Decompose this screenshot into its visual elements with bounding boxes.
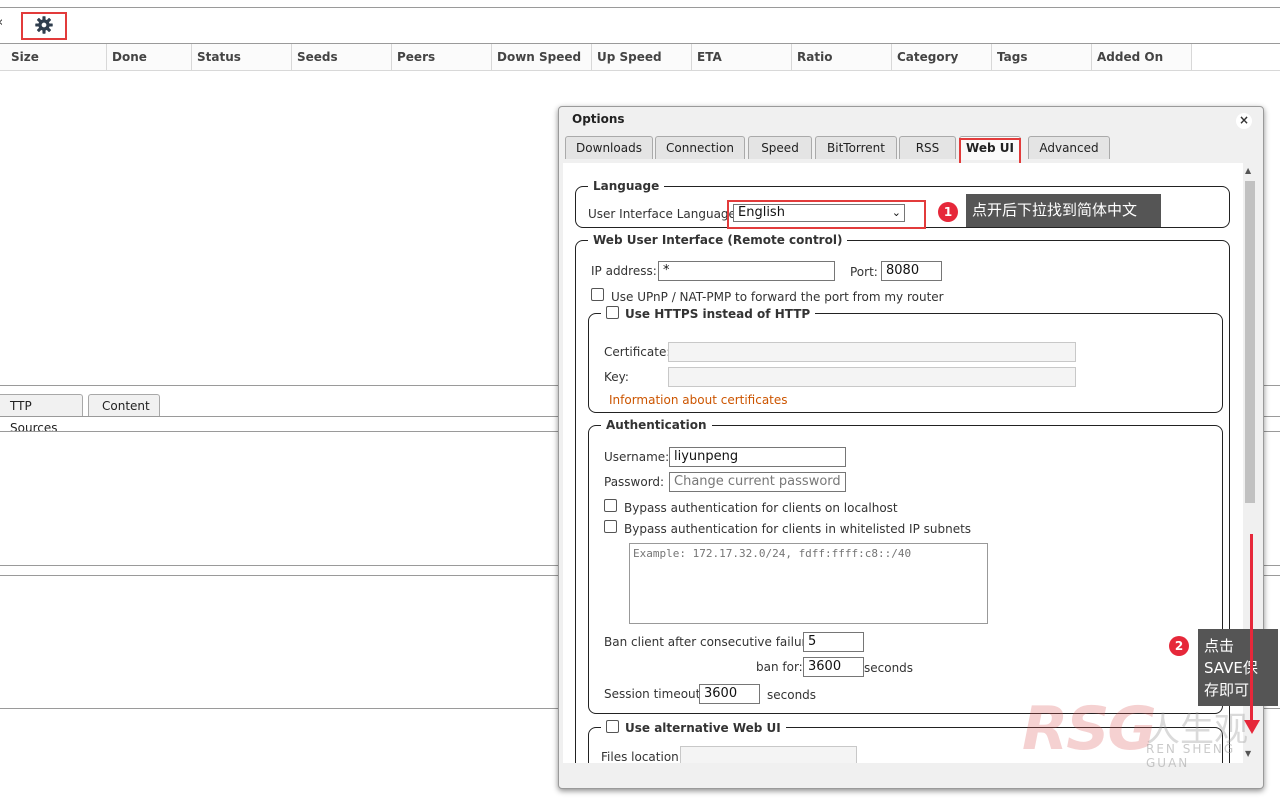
https-legend: Use HTTPS instead of HTTP [601,306,815,321]
ban-failures-label: Ban client after consecutive failures: [604,635,824,649]
column-tags[interactable]: Tags [992,44,1092,70]
arrow-down-line [1250,534,1253,724]
ban-failures-input[interactable]: 5 [803,632,864,652]
files-location-label: Files location: [601,750,683,763]
bypass-whitelist-checkbox[interactable] [604,520,617,533]
dialog-title: Options [572,112,625,126]
column-added-on[interactable]: Added On [1092,44,1192,70]
session-timeout-unit: seconds [767,688,817,702]
ip-address-label: IP address: [591,264,657,278]
language-legend: Language [593,179,660,193]
tab-http-sources[interactable]: TTP Sources [0,394,83,435]
username-label: Username: [604,450,670,464]
tab-speed[interactable]: Speed [748,136,812,159]
column-eta[interactable]: ETA [692,44,792,70]
close-icon[interactable]: × [1236,113,1252,129]
column-up-speed[interactable]: Up Speed [592,44,692,70]
column-size[interactable]: Size [6,44,107,70]
tab-content[interactable]: Content [88,394,160,416]
watermark-logo: RSG [1022,694,1157,764]
bypass-whitelist-label: Bypass authentication for clients in whi… [624,522,972,536]
column-done[interactable]: Done [107,44,192,70]
header-filler [1192,44,1280,70]
webui-legend: Web User Interface (Remote control) [593,233,843,247]
key-label: Key: [604,370,629,384]
certificate-label: Certificate: [604,345,671,359]
toolbar-divider [0,7,1280,8]
tab-bittorrent[interactable]: BitTorrent [815,136,897,159]
options-dialog: Options × Downloads Connection Speed Bit… [558,106,1264,789]
certificate-input[interactable] [668,342,1076,362]
session-timeout-input[interactable]: 3600 [699,684,760,704]
port-input[interactable]: 8080 [881,261,942,281]
certificates-info-link[interactable]: Information about certificates [609,393,788,407]
password-label: Password: [604,475,665,489]
whitelist-subnets-textarea[interactable] [629,543,988,624]
port-label: Port: [850,265,878,279]
tab-downloads[interactable]: Downloads [565,136,653,159]
ip-address-input[interactable]: * [658,261,835,281]
language-label: User Interface Language: [588,207,740,221]
column-ratio[interactable]: Ratio [792,44,892,70]
alt-webui-legend: Use alternative Web UI [601,720,786,735]
dialog-scrollbar-thumb[interactable] [1245,181,1255,503]
column-category[interactable]: Category [892,44,992,70]
alt-webui-legend-label: Use alternative Web UI [625,721,781,735]
bypass-localhost-checkbox[interactable] [604,499,617,512]
password-input[interactable]: Change current password [669,472,846,492]
step1-tooltip: 点开后下拉找到简体中文 [966,194,1161,227]
highlight-settings-box [21,12,67,40]
column-peers[interactable]: Peers [392,44,492,70]
ban-for-input[interactable]: 3600 [803,657,864,677]
column-status[interactable]: Status [192,44,292,70]
alt-webui-checkbox[interactable] [606,720,619,733]
upnp-label: Use UPnP / NAT-PMP to forward the port f… [611,290,944,304]
session-timeout-label: Session timeout: [604,687,705,701]
column-seeds[interactable]: Seeds [292,44,392,70]
ban-for-unit: seconds [864,661,914,675]
watermark-subtitle: REN SHENG GUAN [1146,742,1236,770]
https-legend-label: Use HTTPS instead of HTTP [625,307,811,321]
https-checkbox[interactable] [606,306,619,319]
column-down-speed[interactable]: Down Speed [492,44,592,70]
authentication-legend: Authentication [606,418,707,432]
step1-badge: 1 [938,202,958,222]
highlight-language-select [727,200,926,229]
webui-settings-panel: Language User Interface Language: Englis… [563,163,1243,763]
step2-badge: 2 [1169,636,1189,656]
torrent-table-header: Size Done Status Seeds Peers Down Speed … [0,43,1280,71]
key-input[interactable] [668,367,1076,387]
step2-tooltip: 点击SAVE保存即可 [1198,629,1278,706]
username-input[interactable]: liyunpeng [669,447,846,467]
toolbar-edge-chevron-icon[interactable]: ‹ [0,15,3,30]
upnp-checkbox[interactable] [591,288,604,301]
tab-advanced[interactable]: Advanced [1028,136,1110,159]
tab-connection[interactable]: Connection [655,136,745,159]
scroll-up-icon[interactable]: ▲ [1245,166,1251,175]
ban-for-label: ban for: [756,660,803,674]
tab-rss[interactable]: RSS [899,136,956,159]
files-location-input[interactable] [680,746,857,763]
bypass-localhost-label: Bypass authentication for clients on loc… [624,501,898,515]
